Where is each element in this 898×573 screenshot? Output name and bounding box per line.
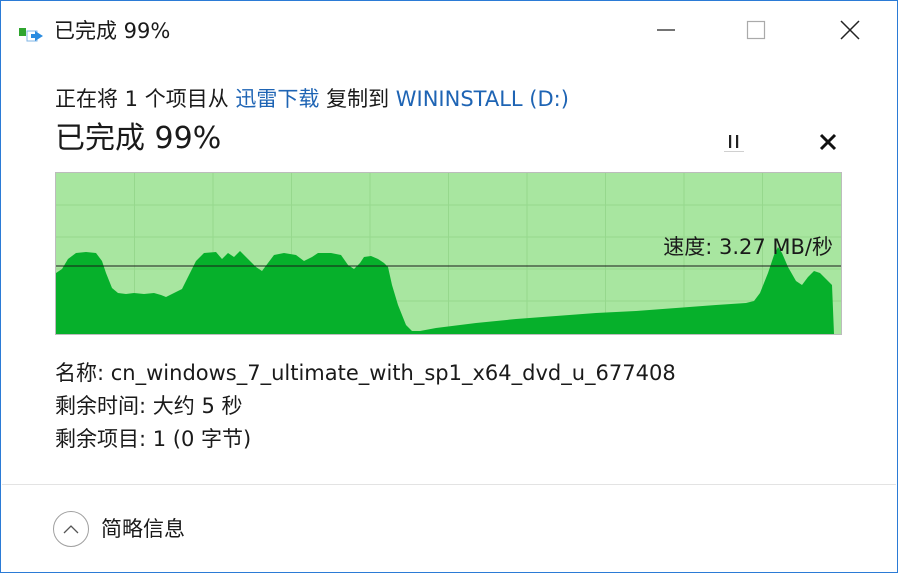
items-remaining-value: 1 (0 字节) xyxy=(152,427,252,451)
destination-link[interactable]: WININSTALL (D:) xyxy=(396,87,569,111)
progress-title: 已完成 99% xyxy=(55,121,222,156)
transfer-description: 正在将 1 个项目从 迅雷下载 复制到 WININSTALL (D:) xyxy=(55,85,569,113)
file-name-value: cn_windows_7_ultimate_with_sp1_x64_dvd_u… xyxy=(110,361,676,385)
file-name-row: 名称: cn_windows_7_ultimate_with_sp1_x64_d… xyxy=(55,359,676,387)
fewer-details-toggle[interactable]: 简略信息 xyxy=(53,509,213,549)
pause-icon xyxy=(724,135,744,152)
items-remaining-label: 剩余项目: xyxy=(55,427,153,451)
maximize-button[interactable] xyxy=(711,1,801,59)
items-remaining-row: 剩余项目: 1 (0 字节) xyxy=(55,425,251,453)
close-window-button[interactable] xyxy=(805,1,895,59)
minimize-button[interactable] xyxy=(621,1,711,59)
speed-graph: 速度: 3.27 MB/秒 xyxy=(55,172,842,335)
speed-label: 速度: 3.27 MB/秒 xyxy=(663,235,833,259)
time-remaining-row: 剩余时间: 大约 5 秒 xyxy=(55,392,242,420)
desc-prefix: 正在将 1 个项目从 xyxy=(55,87,236,111)
chevron-up-icon xyxy=(63,525,79,534)
cancel-button[interactable] xyxy=(811,126,845,158)
window-title: 已完成 99% xyxy=(54,19,171,43)
copy-progress-window: 已完成 99% 正在将 1 个项目从 迅雷下载 复制到 WININSTALL (… xyxy=(0,0,898,573)
minimize-icon xyxy=(657,29,675,31)
desc-middle: 复制到 xyxy=(319,87,396,111)
cancel-icon xyxy=(819,133,837,151)
source-link[interactable]: 迅雷下载 xyxy=(235,87,319,111)
title-bar[interactable]: 已完成 99% xyxy=(1,1,897,59)
file-name-label: 名称: xyxy=(55,361,111,385)
chevron-up-button[interactable] xyxy=(53,511,89,547)
footer-divider xyxy=(2,484,896,485)
time-remaining-value: 大约 5 秒 xyxy=(152,394,243,418)
pause-button[interactable] xyxy=(717,126,751,158)
time-remaining-label: 剩余时间: xyxy=(55,394,153,418)
fewer-details-label[interactable]: 简略信息 xyxy=(101,515,185,543)
maximize-icon xyxy=(746,20,766,40)
copy-icon xyxy=(19,28,43,42)
close-icon xyxy=(840,20,860,40)
